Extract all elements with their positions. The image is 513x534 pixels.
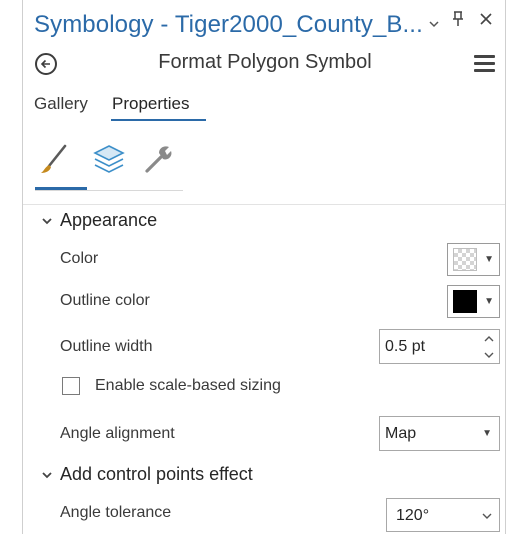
scale-sizing-label: Enable scale-based sizing: [95, 377, 281, 394]
tab-gallery[interactable]: Gallery: [34, 94, 88, 114]
pane-title: Symbology - Tiger2000_County_B...: [34, 11, 423, 38]
outline-width-input[interactable]: 0.5 pt: [379, 329, 500, 364]
chevron-down-icon: ▼: [484, 254, 494, 265]
transparent-color-swatch: [453, 248, 477, 271]
format-symbol-title: Format Polygon Symbol: [158, 51, 372, 73]
chevron-down-icon: [482, 513, 492, 519]
symbology-pane: Symbology - Tiger2000_County_B... Format…: [22, 0, 506, 534]
layers-icon[interactable]: [89, 138, 129, 178]
angle-tolerance-value: 120°: [396, 507, 430, 524]
chevron-down-icon: ▼: [482, 428, 492, 439]
symbol-tabs-baseline: [35, 190, 183, 191]
active-tab-indicator: [111, 119, 206, 121]
outline-color-picker-button[interactable]: ▼: [447, 285, 500, 318]
pane-options-dropdown-icon[interactable]: [428, 14, 440, 34]
outline-color-swatch: [453, 290, 477, 313]
decrement-icon[interactable]: [483, 349, 495, 361]
chevron-down-icon: ▼: [484, 296, 494, 307]
paintbrush-icon[interactable]: [35, 140, 75, 180]
color-label: Color: [60, 250, 99, 267]
wrench-icon[interactable]: [137, 139, 177, 179]
angle-alignment-label: Angle alignment: [60, 425, 175, 442]
active-symbol-tab-indicator: [35, 187, 87, 190]
outline-width-label: Outline width: [60, 338, 153, 355]
close-icon[interactable]: [478, 11, 494, 31]
divider: [23, 204, 505, 205]
outline-width-value: 0.5 pt: [385, 338, 426, 355]
menu-icon[interactable]: [474, 55, 495, 72]
color-picker-button[interactable]: ▼: [447, 243, 500, 276]
collapse-control-points-chevron-icon[interactable]: [41, 469, 53, 483]
collapse-appearance-chevron-icon[interactable]: [41, 215, 53, 229]
tab-properties[interactable]: Properties: [112, 94, 189, 114]
outline-color-label: Outline color: [60, 292, 150, 309]
increment-icon[interactable]: [483, 333, 495, 345]
appearance-heading[interactable]: Appearance: [60, 210, 157, 231]
angle-tolerance-select[interactable]: 120°: [386, 498, 500, 532]
angle-alignment-value: Map: [385, 425, 417, 442]
angle-tolerance-label: Angle tolerance: [60, 504, 172, 521]
angle-alignment-select[interactable]: Map ▼: [379, 416, 500, 451]
pin-icon[interactable]: [451, 10, 465, 32]
control-points-heading[interactable]: Add control points effect: [60, 464, 253, 485]
scale-sizing-checkbox[interactable]: [62, 377, 80, 395]
